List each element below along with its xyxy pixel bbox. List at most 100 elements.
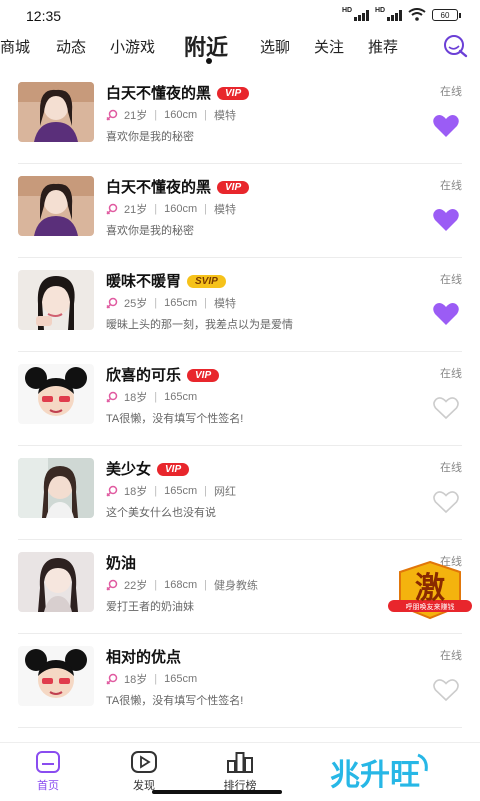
avatar[interactable]	[18, 82, 94, 142]
user-name: 相对的优点	[106, 649, 182, 666]
signal-icon: HD	[342, 7, 369, 21]
avatar[interactable]	[18, 646, 94, 706]
user-job: 网红	[214, 486, 236, 498]
user-name: 美少女 VIP	[106, 458, 190, 479]
signal-icon: HD	[375, 7, 402, 21]
user-meta: 21岁 | 160cm | 模特	[106, 201, 236, 217]
user-job: 模特	[214, 298, 236, 310]
user-signature: 喜欢你是我的秘密	[106, 225, 194, 237]
svg-text:兆升旺: 兆升旺	[330, 758, 420, 793]
play-icon	[131, 751, 157, 773]
list-item[interactable]: 欣喜的可乐 VIP 18岁 | 165cm TA很懒，没有填写个性签名! 在线	[0, 352, 480, 446]
status-icons: HD HD 60	[342, 7, 461, 21]
user-meta: 18岁 | 165cm | 网红	[106, 483, 236, 499]
user-height: 160cm	[164, 203, 198, 215]
user-meta: 22岁 | 168cm | 健身教练	[106, 577, 258, 593]
tab-recommend[interactable]: 推荐	[368, 36, 398, 57]
heart-outline-icon[interactable]	[432, 678, 460, 702]
user-meta: 21岁 | 160cm | 模特	[106, 107, 236, 123]
nearby-user-list: 白天不懂夜的黑 VIP 21岁 | 160cm | 模特 喜欢你是我的秘密 在线 白天不懂…	[0, 70, 480, 742]
promo-char: 激	[415, 571, 445, 606]
heart-icon[interactable]	[432, 302, 460, 326]
tab-indicator	[206, 58, 212, 64]
heart-outline-icon[interactable]	[432, 490, 460, 514]
user-age: 21岁	[124, 110, 148, 122]
female-icon	[106, 579, 118, 591]
user-job: 健身教练	[214, 580, 258, 592]
female-icon	[106, 485, 118, 497]
user-meta: 18岁 | 165cm	[106, 671, 197, 687]
search-icon[interactable]	[442, 34, 468, 58]
avatar[interactable]	[18, 176, 94, 236]
nav-discover[interactable]: 发现	[114, 749, 174, 793]
battery-icon: 60	[432, 8, 461, 21]
female-icon	[106, 109, 118, 121]
online-status: 在线	[440, 368, 462, 380]
tab-mall[interactable]: 商城	[0, 36, 30, 57]
user-signature: 暧昧上头的那一刻，我差点以为是爱情	[106, 319, 293, 331]
avatar[interactable]	[18, 364, 94, 424]
user-name: 欣喜的可乐 VIP	[106, 364, 220, 385]
ranking-icon	[227, 752, 253, 773]
user-height: 160cm	[164, 109, 198, 121]
user-name: 奶油	[106, 555, 137, 572]
svip-badge: SVIP	[187, 275, 226, 288]
user-height: 168cm	[164, 579, 198, 591]
home-indicator	[152, 790, 282, 794]
heart-outline-icon[interactable]	[432, 396, 460, 420]
tab-dynamic[interactable]: 动态	[56, 36, 86, 57]
nav-home[interactable]: 首页	[18, 749, 78, 793]
user-job: 模特	[214, 110, 236, 122]
list-item[interactable]: 相对的优点 18岁 | 165cm TA很懒，没有填写个性签名! 在线	[0, 634, 480, 728]
user-age: 18岁	[124, 392, 148, 404]
wifi-icon	[408, 8, 426, 21]
user-age: 21岁	[124, 204, 148, 216]
vip-badge: VIP	[217, 181, 250, 194]
online-status: 在线	[440, 274, 462, 286]
heart-icon[interactable]	[432, 114, 460, 138]
tab-follow[interactable]: 关注	[314, 36, 344, 57]
user-age: 22岁	[124, 580, 148, 592]
tab-select-chat[interactable]: 选聊	[260, 36, 290, 57]
tab-nearby[interactable]: 附近	[184, 30, 228, 62]
user-height: 165cm	[164, 297, 198, 309]
tab-mini-games[interactable]: 小游戏	[110, 36, 155, 57]
user-meta: 25岁 | 165cm | 模特	[106, 295, 236, 311]
vip-badge: VIP	[187, 369, 220, 382]
list-item[interactable]: 白天不懂夜的黑 VIP 21岁 | 160cm | 模特 喜欢你是我的秘密 在线	[0, 70, 480, 164]
online-status: 在线	[440, 86, 462, 98]
invite-promo-badge[interactable]: 激 呼朋唤友来赚钱	[388, 560, 472, 622]
promo-caption: 呼朋唤友来赚钱	[406, 602, 455, 611]
user-height: 165cm	[164, 485, 198, 497]
user-name: 白天不懂夜的黑 VIP	[106, 176, 250, 197]
user-signature: 爱打王者的奶油妹	[106, 601, 194, 613]
avatar[interactable]	[18, 458, 94, 518]
user-age: 18岁	[124, 674, 148, 686]
online-status: 在线	[440, 650, 462, 662]
list-item[interactable]: 暖味不暖胃 SVIP 25岁 | 165cm | 模特 暧昧上头的那一刻，我差点以为是爱情…	[0, 258, 480, 352]
vip-badge: VIP	[217, 87, 250, 100]
user-signature: 喜欢你是我的秘密	[106, 131, 194, 143]
user-meta: 18岁 | 165cm	[106, 389, 197, 405]
user-height: 165cm	[164, 391, 198, 403]
brand-watermark: 兆升旺	[328, 749, 436, 793]
list-item[interactable]: 美少女 VIP 18岁 | 165cm | 网红 这个美女什么也没有说 在线	[0, 446, 480, 540]
heart-icon[interactable]	[432, 208, 460, 232]
user-age: 25岁	[124, 298, 148, 310]
vip-badge: VIP	[157, 463, 190, 476]
home-icon	[36, 751, 60, 773]
user-signature: TA很懒，没有填写个性签名!	[106, 695, 244, 707]
top-tabs: 商城 动态 小游戏 附近 选聊 关注 推荐	[0, 30, 480, 70]
female-icon	[106, 203, 118, 215]
nav-ranking[interactable]: 排行榜	[210, 749, 270, 793]
user-height: 165cm	[164, 673, 198, 685]
avatar[interactable]	[18, 552, 94, 612]
user-signature: TA很懒，没有填写个性签名!	[106, 413, 244, 425]
user-name: 白天不懂夜的黑 VIP	[106, 82, 250, 103]
avatar[interactable]	[18, 270, 94, 330]
user-name: 暖味不暖胃 SVIP	[106, 270, 226, 291]
list-item[interactable]: 白天不懂夜的黑 VIP 21岁 | 160cm | 模特 喜欢你是我的秘密 在线	[0, 164, 480, 258]
user-signature: 这个美女什么也没有说	[106, 507, 216, 519]
female-icon	[106, 673, 118, 685]
status-time: 12:35	[26, 8, 62, 24]
